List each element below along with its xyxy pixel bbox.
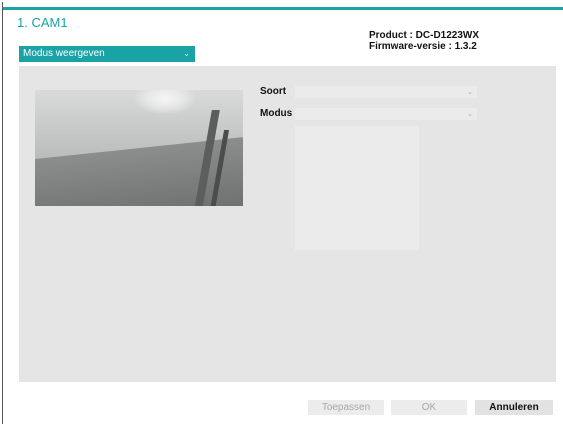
view-mode-dropdown[interactable]: Modus weergeven ⌄ <box>19 46 195 62</box>
camera-title: 1. CAM1 <box>17 15 68 30</box>
preview-light-glare <box>135 90 195 114</box>
view-mode-selected: Modus weergeven <box>23 48 105 59</box>
chevron-down-icon: ⌄ <box>183 49 190 58</box>
type-select[interactable]: ⌄ <box>295 86 477 98</box>
apply-button[interactable]: Toepassen <box>308 400 384 415</box>
camera-preview-image <box>35 90 243 206</box>
ok-button[interactable]: OK <box>391 400 467 415</box>
chevron-down-icon: ⌄ <box>467 89 473 96</box>
settings-panel: Soort ⌄ Modus ⌄ <box>19 66 556 382</box>
title-accent-bar <box>3 7 563 10</box>
cancel-button[interactable]: Annuleren <box>475 400 553 415</box>
mode-label: Modus <box>260 108 293 119</box>
device-info: Product : DC-D1223WX Firmware-versie : 1… <box>369 30 479 52</box>
firmware-label: Firmware-versie : 1.3.2 <box>369 41 477 52</box>
mode-select[interactable]: ⌄ <box>295 108 477 120</box>
type-label: Soort <box>260 86 287 97</box>
mode-options-list[interactable] <box>295 126 419 250</box>
product-label: Product : DC-D1223WX <box>369 30 480 41</box>
chevron-down-icon: ⌄ <box>467 111 473 118</box>
camera-settings-window: 1. CAM1 Product : DC-D1223WX Firmware-ve… <box>2 2 563 424</box>
